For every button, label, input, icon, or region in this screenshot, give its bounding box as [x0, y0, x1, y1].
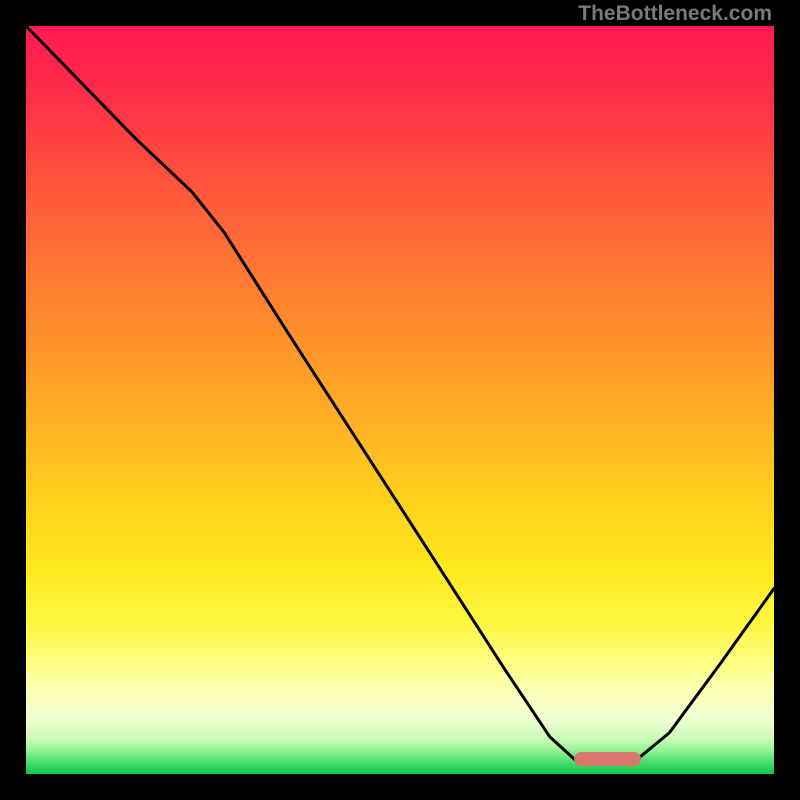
outer-frame: TheBottleneck.com	[0, 0, 800, 800]
watermark-text: TheBottleneck.com	[578, 2, 772, 26]
optimal-range-marker	[574, 752, 641, 766]
plot-area	[26, 26, 774, 774]
gradient-background	[26, 26, 774, 774]
